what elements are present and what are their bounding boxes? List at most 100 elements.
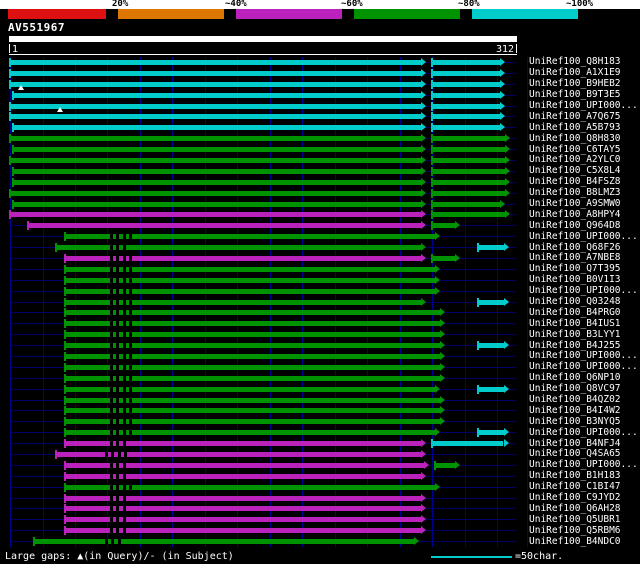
alignment-segment[interactable] [10, 157, 421, 163]
uniref-label[interactable]: UniRef100_C6TAY5 [529, 144, 621, 155]
alignment-segment[interactable] [65, 364, 441, 370]
alignment-segment[interactable] [27, 223, 421, 229]
uniref-label[interactable]: UniRef100_UPI000... [529, 286, 638, 296]
uniref-label[interactable]: UniRef100_B4IUS1 [529, 318, 621, 329]
uniref-label[interactable]: UniRef100_B4I4W2 [529, 405, 621, 416]
alignment-segment[interactable] [55, 451, 421, 457]
alignment-segment[interactable] [477, 430, 504, 436]
alignment-segment[interactable] [65, 419, 441, 425]
alignment-segment[interactable] [432, 125, 501, 131]
alignment-segment[interactable] [10, 81, 421, 87]
uniref-label[interactable]: UniRef100_Q03248 [529, 297, 621, 307]
alignment-segment[interactable] [65, 234, 436, 240]
alignment-segment[interactable] [65, 375, 441, 381]
alignment-segment[interactable] [65, 310, 441, 316]
uniref-label[interactable]: UniRef100_A8HPY4 [529, 209, 621, 220]
uniref-label[interactable]: UniRef100_B4J255 [529, 340, 621, 351]
alignment-segment[interactable] [432, 190, 506, 196]
uniref-label[interactable]: UniRef100_Q4SA65 [529, 449, 621, 459]
alignment-segment[interactable] [13, 201, 421, 207]
uniref-label[interactable]: UniRef100_C1BI47 [529, 482, 621, 492]
alignment-segment[interactable] [10, 70, 421, 76]
alignment-segment[interactable] [477, 299, 504, 305]
uniref-label[interactable]: UniRef100_B4FSZ8 [529, 177, 621, 187]
alignment-segment[interactable] [477, 245, 504, 251]
uniref-label[interactable]: UniRef100_UPI000... [529, 231, 638, 242]
alignment-segment[interactable] [10, 59, 421, 65]
alignment-segment[interactable] [13, 92, 421, 98]
uniref-label[interactable]: UniRef100_B9T3E5 [529, 90, 621, 100]
uniref-label[interactable]: UniRef100_Q8H183 [529, 57, 621, 67]
alignment-segment[interactable] [432, 255, 455, 261]
alignment-segment[interactable] [65, 430, 436, 436]
uniref-label[interactable]: UniRef100_UPI000... [529, 101, 638, 111]
uniref-label[interactable]: UniRef100_B3NYQ5 [529, 416, 621, 427]
alignment-segment[interactable] [432, 92, 501, 98]
uniref-label[interactable]: UniRef100_Q7T395 [529, 264, 621, 274]
uniref-label[interactable]: UniRef100_Q5UBR1 [529, 514, 621, 525]
uniref-label[interactable]: UniRef100_B9HEB2 [529, 79, 621, 89]
alignment-segment[interactable] [10, 212, 421, 218]
uniref-label[interactable]: UniRef100_A5B793 [529, 122, 621, 133]
alignment-segment[interactable] [432, 59, 501, 65]
alignment-segment[interactable] [432, 81, 501, 87]
uniref-label[interactable]: UniRef100_B8LMZ3 [529, 188, 621, 198]
alignment-segment[interactable] [65, 343, 441, 349]
uniref-label[interactable]: UniRef100_C5X8L4 [529, 166, 621, 176]
uniref-label[interactable]: UniRef100_UPI000... [529, 460, 638, 470]
uniref-label[interactable]: UniRef100_A7NBE8 [529, 253, 621, 263]
uniref-label[interactable]: UniRef100_B1H183 [529, 471, 621, 481]
alignment-segment[interactable] [432, 136, 506, 142]
uniref-label[interactable]: UniRef100_Q68F26 [529, 242, 621, 253]
alignment-segment[interactable] [432, 147, 506, 153]
alignment-segment[interactable] [65, 386, 436, 392]
alignment-segment[interactable] [65, 484, 436, 490]
uniref-label[interactable]: UniRef100_A7Q675 [529, 111, 621, 122]
alignment-segment[interactable] [432, 212, 506, 218]
alignment-segment[interactable] [65, 266, 436, 272]
alignment-segment[interactable] [65, 408, 441, 414]
alignment-segment[interactable] [435, 462, 455, 468]
alignment-segment[interactable] [13, 125, 421, 131]
alignment-segment[interactable] [10, 114, 421, 120]
alignment-segment[interactable] [10, 136, 421, 142]
alignment-segment[interactable] [65, 321, 441, 327]
alignment-segment[interactable] [65, 353, 441, 359]
alignment-segment[interactable] [432, 223, 455, 229]
alignment-segment[interactable] [432, 157, 506, 163]
alignment-segment[interactable] [432, 103, 501, 109]
alignment-segment[interactable] [13, 179, 421, 185]
uniref-label[interactable]: UniRef100_Q6AH28 [529, 503, 621, 514]
uniref-label[interactable]: UniRef100_A1X1E9 [529, 68, 621, 78]
alignment-segment[interactable] [10, 190, 421, 196]
uniref-label[interactable]: UniRef100_B4QZ02 [529, 395, 621, 405]
alignment-segment[interactable] [432, 114, 501, 120]
alignment-segment[interactable] [432, 201, 501, 207]
alignment-segment[interactable] [432, 70, 501, 76]
alignment-segment[interactable] [34, 539, 415, 545]
uniref-label[interactable]: UniRef100_B3LYY1 [529, 329, 621, 340]
uniref-label[interactable]: UniRef100_Q964D8 [529, 220, 621, 231]
uniref-label[interactable]: UniRef100_Q8VC97 [529, 384, 621, 394]
uniref-label[interactable]: UniRef100_A9SMW0 [529, 199, 621, 209]
alignment-segment[interactable] [432, 179, 506, 185]
uniref-label[interactable]: UniRef100_B0V1I3 [529, 275, 621, 285]
alignment-segment[interactable] [432, 441, 504, 447]
alignment-segment[interactable] [65, 397, 441, 403]
uniref-label[interactable]: UniRef100_B4PRG0 [529, 307, 621, 318]
alignment-segment[interactable] [65, 288, 436, 294]
uniref-label[interactable]: UniRef100_C9JYD2 [529, 493, 621, 503]
alignment-segment[interactable] [13, 147, 421, 153]
uniref-label[interactable]: UniRef100_UPI000... [529, 427, 638, 438]
alignment-segment[interactable] [432, 168, 506, 174]
alignment-segment[interactable] [13, 168, 421, 174]
alignment-segment[interactable] [65, 277, 436, 283]
uniref-label[interactable]: UniRef100_Q6NP10 [529, 373, 621, 383]
uniref-label[interactable]: UniRef100_B4NFJ4 [529, 438, 621, 449]
alignment-segment[interactable] [65, 332, 441, 338]
uniref-label[interactable]: UniRef100_Q8H830 [529, 133, 621, 144]
uniref-label[interactable]: UniRef100_UPI000... [529, 351, 638, 361]
alignment-segment[interactable] [477, 386, 504, 392]
alignment-segment[interactable] [10, 103, 421, 109]
uniref-label[interactable]: UniRef100_A2YLC0 [529, 155, 621, 165]
